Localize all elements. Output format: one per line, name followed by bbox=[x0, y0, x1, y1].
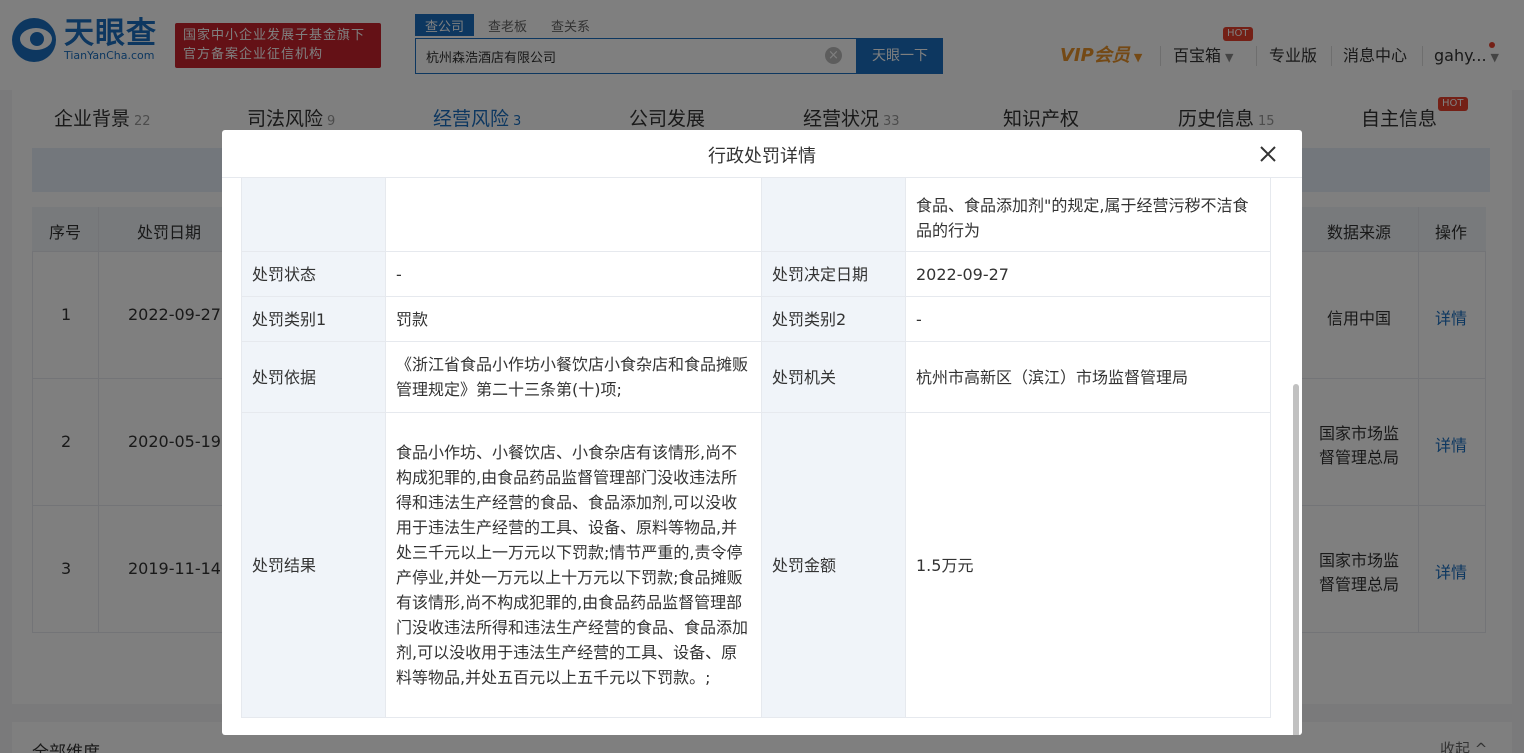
value-result: 食品小作坊、小餐饮店、小食杂店有该情形,尚不构成犯罪的,由食品药品监督管理部门没… bbox=[385, 412, 762, 718]
value-category2: - bbox=[905, 296, 1271, 342]
label-basis: 处罚依据 bbox=[241, 341, 386, 413]
label-category1: 处罚类别1 bbox=[241, 296, 386, 342]
detail-value-cell bbox=[385, 178, 762, 252]
label-result: 处罚结果 bbox=[241, 412, 386, 718]
value-amount: 1.5万元 bbox=[905, 412, 1271, 718]
value-status: - bbox=[385, 251, 762, 297]
detail-label-cell bbox=[241, 178, 386, 252]
modal-scrollbar[interactable] bbox=[1293, 384, 1299, 735]
label-category2: 处罚类别2 bbox=[761, 296, 906, 342]
modal-title: 行政处罚详情 bbox=[708, 146, 816, 167]
label-status: 处罚状态 bbox=[241, 251, 386, 297]
modal-header: 行政处罚详情 bbox=[222, 130, 1302, 178]
penalty-detail-modal: 行政处罚详情 食品、食品添加剂"的规定,属于经营污秽不洁食品的行为 处罚状态 -… bbox=[222, 130, 1302, 735]
label-amount: 处罚金额 bbox=[761, 412, 906, 718]
detail-row: 处罚状态 - 处罚决定日期 2022-09-27 bbox=[241, 251, 1271, 297]
value-authority: 杭州市高新区（滨江）市场监督管理局 bbox=[905, 341, 1271, 413]
modal-body: 食品、食品添加剂"的规定,属于经营污秽不洁食品的行为 处罚状态 - 处罚决定日期… bbox=[222, 178, 1302, 735]
violation-description: 食品、食品添加剂"的规定,属于经营污秽不洁食品的行为 bbox=[905, 178, 1271, 252]
penalty-detail-table: 食品、食品添加剂"的规定,属于经营污秽不洁食品的行为 处罚状态 - 处罚决定日期… bbox=[241, 178, 1271, 718]
value-category1: 罚款 bbox=[385, 296, 762, 342]
label-decision-date: 处罚决定日期 bbox=[761, 251, 906, 297]
detail-row: 处罚结果 食品小作坊、小餐饮店、小食杂店有该情形,尚不构成犯罪的,由食品药品监督… bbox=[241, 412, 1271, 718]
detail-row: 食品、食品添加剂"的规定,属于经营污秽不洁食品的行为 bbox=[241, 178, 1271, 252]
close-icon[interactable] bbox=[1256, 142, 1280, 166]
value-basis: 《浙江省食品小作坊小餐饮店小食杂店和食品摊贩管理规定》第二十三条第(十)项; bbox=[385, 341, 762, 413]
detail-row: 处罚依据 《浙江省食品小作坊小餐饮店小食杂店和食品摊贩管理规定》第二十三条第(十… bbox=[241, 341, 1271, 413]
detail-label-cell bbox=[761, 178, 906, 252]
detail-row: 处罚类别1 罚款 处罚类别2 - bbox=[241, 296, 1271, 342]
label-authority: 处罚机关 bbox=[761, 341, 906, 413]
value-decision-date: 2022-09-27 bbox=[905, 251, 1271, 297]
